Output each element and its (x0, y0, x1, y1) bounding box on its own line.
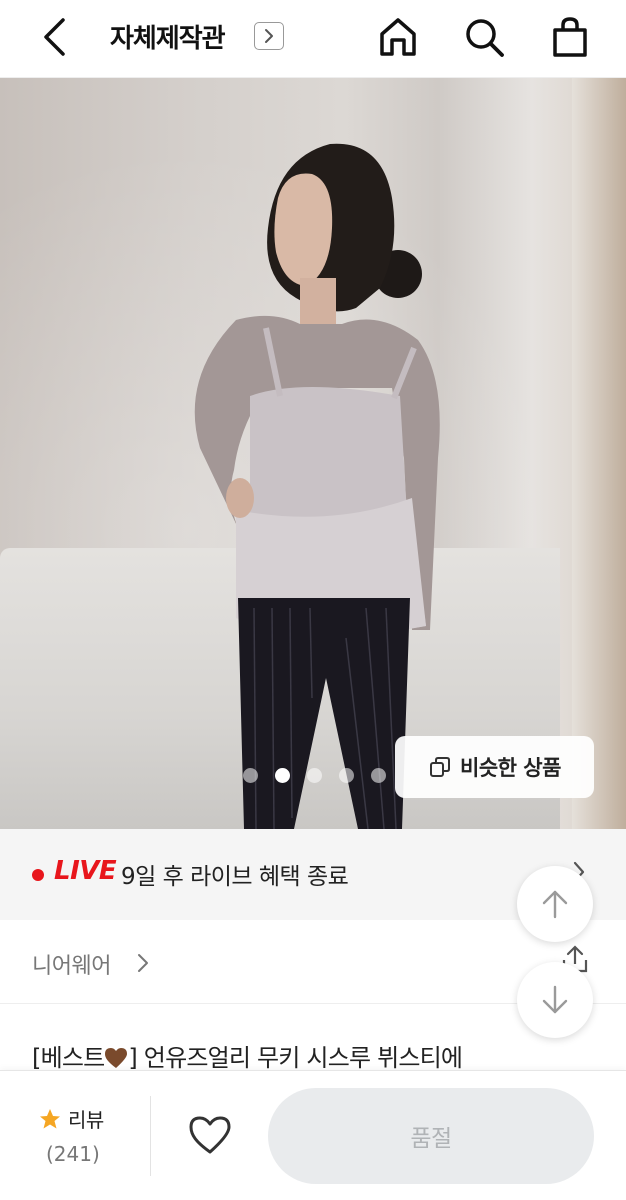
back-button[interactable] (34, 14, 74, 60)
live-dot (32, 869, 44, 881)
brown-heart-icon (105, 1048, 128, 1068)
carousel-dot[interactable] (339, 768, 354, 783)
carousel-dot[interactable] (371, 768, 386, 783)
shopping-bag-icon (553, 17, 587, 57)
copy-icon (430, 757, 451, 777)
arrow-down-icon (542, 985, 568, 1014)
star-icon (40, 1108, 60, 1128)
store-link-button[interactable] (254, 22, 284, 50)
arrow-up-icon (542, 890, 568, 919)
review-summary[interactable]: 리뷰 (38, 1104, 138, 1133)
scroll-up-button[interactable] (517, 866, 593, 942)
back-icon (44, 18, 65, 56)
carousel-dot[interactable] (307, 768, 322, 783)
product-title-suffix: ] 언유즈얼리 무키 시스루 뷔스티에 (128, 1044, 463, 1072)
shopping-bag-button[interactable] (548, 14, 592, 60)
carousel-pagination (243, 768, 386, 783)
search-button[interactable] (462, 14, 506, 60)
home-icon (380, 18, 416, 56)
store-name[interactable]: 자체제작관 (110, 18, 226, 55)
review-count: (241) (46, 1142, 100, 1166)
product-photo-model (194, 143, 440, 829)
similar-products-button[interactable]: 비슷한 상품 (395, 736, 594, 798)
review-label: 리뷰 (68, 1108, 104, 1132)
chevron-right-icon (136, 952, 150, 978)
similar-products-label: 비슷한 상품 (460, 756, 561, 780)
product-title: [베스트 ] 언유즈얼리 무키 시스루 뷔스티에 (32, 1038, 463, 1073)
soldout-label: 품절 (410, 1126, 452, 1152)
top-navigation-bar: 자체제작관 (0, 0, 626, 78)
live-banner-text: 9일 후 라이브 혜택 종료 (121, 864, 349, 890)
product-title-prefix: [베스트 (32, 1044, 105, 1072)
home-button[interactable] (376, 14, 420, 60)
heart-icon (189, 1116, 231, 1154)
divider (150, 1096, 151, 1176)
wishlist-button[interactable] (184, 1110, 236, 1160)
scroll-down-button[interactable] (517, 962, 593, 1038)
soldout-button[interactable]: 품절 (268, 1088, 594, 1184)
brand-name-link[interactable]: 니어웨어 (32, 948, 111, 980)
carousel-dot-active[interactable] (275, 768, 290, 783)
chevron-right-icon (265, 29, 273, 43)
search-icon (466, 19, 504, 57)
carousel-dot[interactable] (243, 768, 258, 783)
live-badge: LIVE (54, 856, 117, 886)
product-image-carousel[interactable]: 비슷한 상품 (0, 78, 626, 829)
